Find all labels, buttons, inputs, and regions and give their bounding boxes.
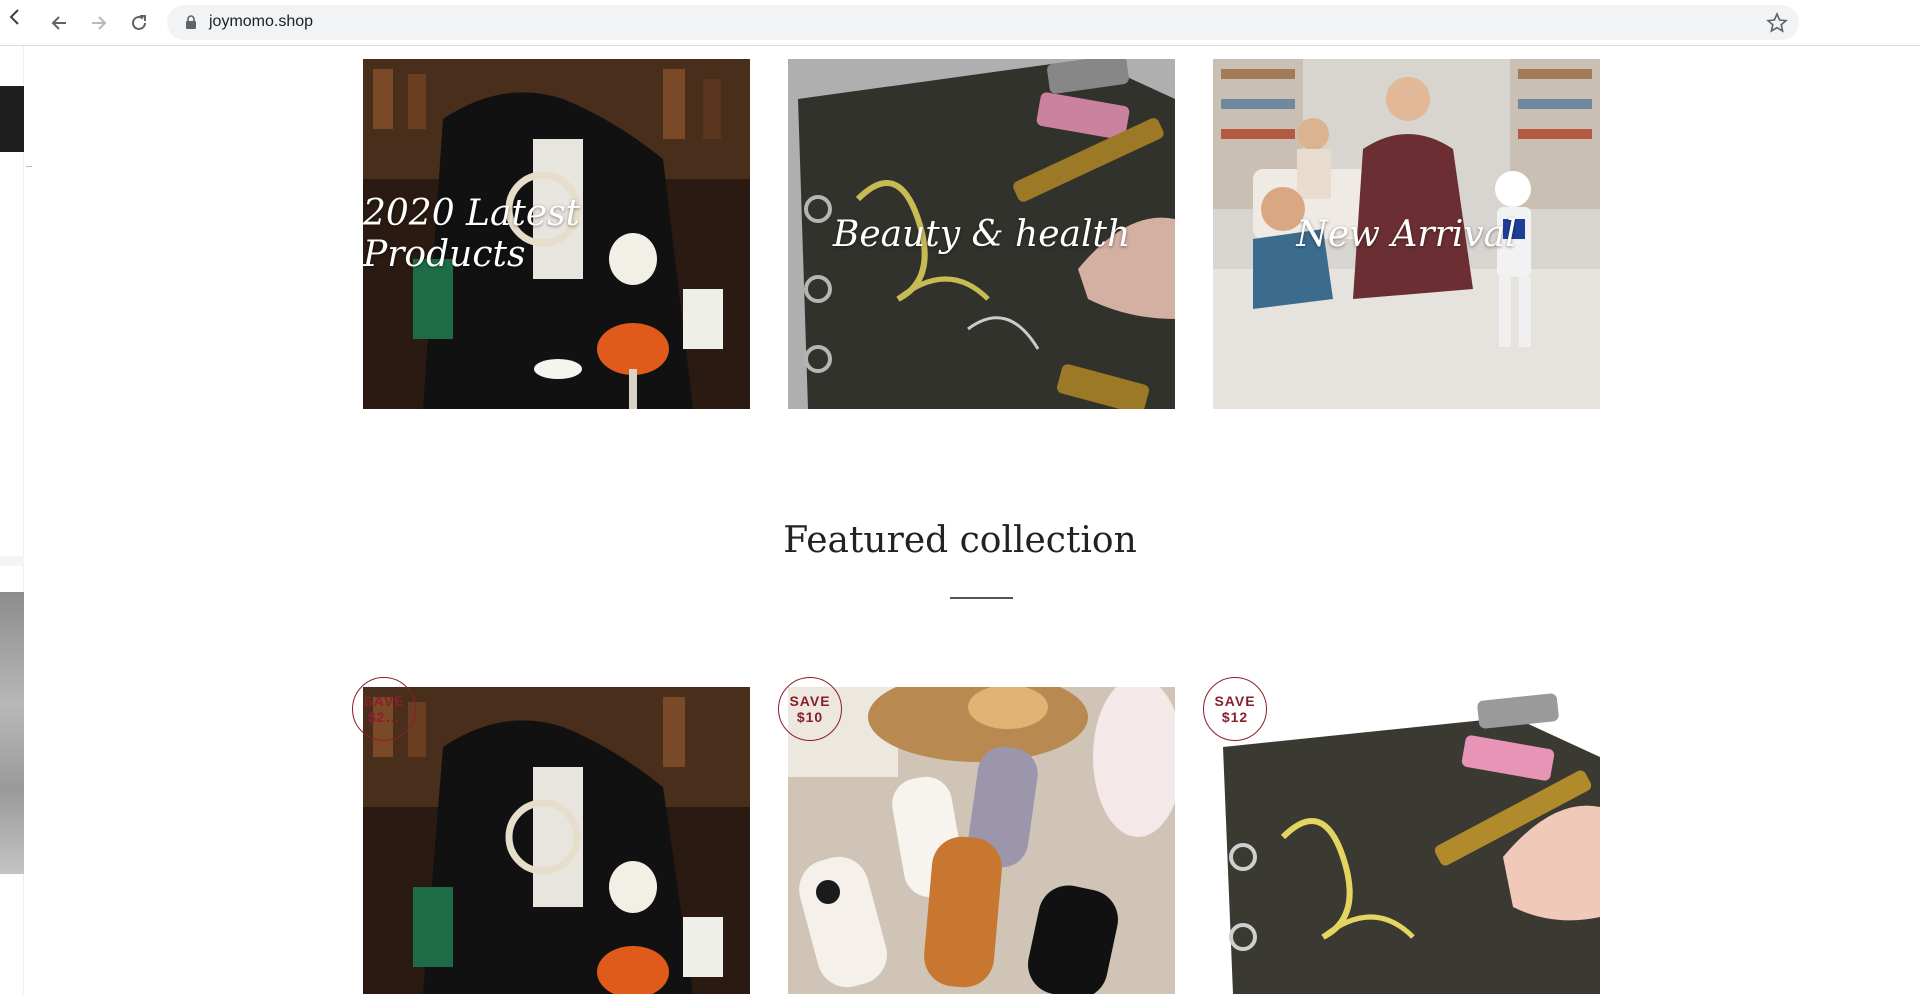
collection-title[interactable]: Beauty & health (788, 59, 1175, 409)
lock-icon[interactable] (184, 15, 198, 30)
collection-title[interactable]: 2020 Latest Products (363, 59, 750, 409)
back-icon (51, 16, 66, 30)
side-panel-header-block (0, 86, 24, 152)
save-badge-amount: $10 (796, 709, 824, 725)
save-badge: SAVE $12 (1203, 677, 1267, 741)
save-badge-amount: $12 (1221, 709, 1249, 725)
reload-button[interactable] (124, 8, 154, 38)
product-image-notebook (1213, 687, 1600, 994)
save-badge-label: SAVE (363, 693, 405, 709)
save-badge-label: SAVE (789, 693, 831, 709)
product-card[interactable] (1213, 687, 1600, 994)
reload-icon (132, 15, 146, 30)
product-image-bartender (363, 687, 750, 994)
forward-button[interactable] (84, 8, 114, 38)
product-card[interactable] (363, 687, 750, 994)
save-badge: SAVE $2… (352, 677, 416, 741)
heading-divider (950, 597, 1013, 599)
back-button[interactable] (44, 8, 74, 38)
save-badge-label: SAVE (1214, 693, 1256, 709)
address-bar[interactable]: joymomo.shop (167, 5, 1799, 40)
side-panel-dash (26, 166, 32, 167)
collection-tile-beauty-health[interactable]: Beauty & health (788, 59, 1175, 409)
save-badge-amount: $2… (367, 709, 401, 725)
product-card[interactable] (788, 687, 1175, 994)
forward-icon (92, 16, 107, 30)
save-badge: SAVE $10 (778, 677, 842, 741)
star-icon[interactable] (1765, 11, 1789, 35)
side-panel-image (0, 592, 24, 874)
tab-back-icon[interactable] (4, 2, 26, 32)
url-text[interactable]: joymomo.shop (209, 13, 313, 31)
collection-tile-latest-products[interactable]: 2020 Latest Products (363, 59, 750, 409)
collection-tile-new-arrival[interactable]: New Arrival (1213, 59, 1600, 409)
section-heading: Featured collection (783, 520, 1137, 561)
collection-title[interactable]: New Arrival (1213, 59, 1600, 409)
product-image-cat-socks (788, 687, 1175, 994)
browser-toolbar: joymomo.shop (0, 0, 1920, 46)
